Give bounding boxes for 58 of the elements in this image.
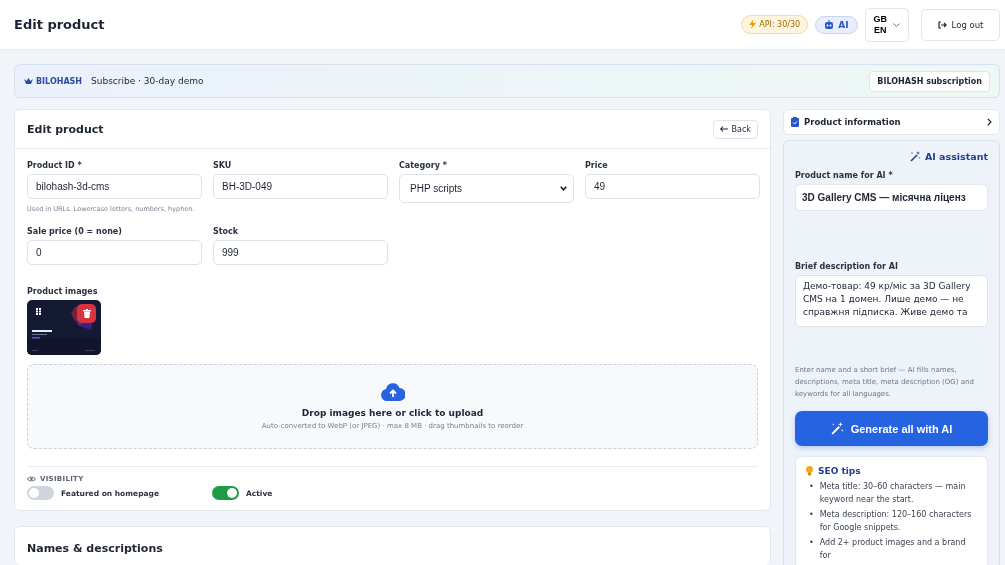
seo-tip: Meta title: 30–60 characters — main keyword near the start. [819,481,967,506]
field-label: Sale price (0 = none) [27,227,123,236]
text-area[interactable]: Демо-товар: 49 кр/міс за 3D Gallery CMS на 1 домен. Лише демо — не справжня підписка. Живе демо та [795,275,988,327]
robot-icon [824,20,835,29]
field-label: Brief description for AI [795,262,899,271]
lightbulb-icon [806,466,813,476]
toggle-switch[interactable] [212,486,239,500]
ai-badge[interactable]: AI [815,15,858,34]
bullet: • [809,537,814,549]
chevron-right-icon [987,118,992,126]
input-field[interactable]: 0 [27,240,202,265]
field-label: Product ID * [27,161,83,170]
api-quota-badge: API: 30/30 [741,15,809,34]
card-title: Edit product [27,122,104,136]
input-field[interactable]: 999 [213,240,388,265]
category-select[interactable]: PHP scripts [399,174,574,203]
toggle-switch[interactable] [27,486,54,500]
logout-button[interactable]: Log out [921,8,1000,41]
back-button[interactable]: Back [712,119,758,139]
generate-button[interactable]: Generate all with AI [795,411,988,446]
input-field[interactable]: bilohash-3d-cms [27,174,202,199]
drag-handle-icon[interactable] [36,308,41,315]
trash-icon [82,309,91,318]
field-label: Product images [27,287,99,296]
panel-title: AI assistant [924,151,988,162]
card-title: SEO tips [818,466,861,476]
magic-wand-icon [909,151,921,162]
field-label: Price [585,161,609,170]
subscription-button[interactable]: BILOHASH subscription [869,70,990,92]
lightning-icon [749,20,757,29]
input-field[interactable]: 49 [585,174,760,199]
banner-text: Subscribe · 30-day demo [91,76,205,86]
delete-image-button[interactable] [77,304,96,323]
logout-icon [937,20,947,29]
page-title: Edit product [14,17,106,32]
input-field[interactable]: 3D Gallery CMS — місячна ліценз [795,184,988,211]
seo-tip: Add 2+ product images and a brand for [819,537,967,562]
bullet: • [809,509,814,521]
chevron-down-icon [560,186,567,191]
input-field[interactable]: BH-3D-049 [213,174,388,199]
seo-tip: Meta description: 120–160 characters for Google snippets. [819,509,973,534]
brand-label: BILOHASH [24,76,83,86]
field-label: Category * [399,161,448,170]
eye-icon [27,476,36,482]
magic-wand-icon [830,422,844,435]
product-information-section[interactable]: Product information [783,109,1000,135]
chevron-down-icon [893,22,900,27]
language-selector[interactable]: GB EN [864,7,909,42]
field-label: Product name for AI * [795,171,894,180]
field-label: Stock [213,227,240,236]
cloud-upload-icon [380,383,405,401]
clipboard-check-icon [791,117,799,127]
field-label: SKU [213,161,233,170]
bullet: • [809,481,814,493]
crown-icon [24,77,33,85]
card-title: Names & descriptions [27,542,163,555]
dropzone-title: Drop images here or click to upload [301,408,484,418]
arrow-left-icon [719,126,728,132]
